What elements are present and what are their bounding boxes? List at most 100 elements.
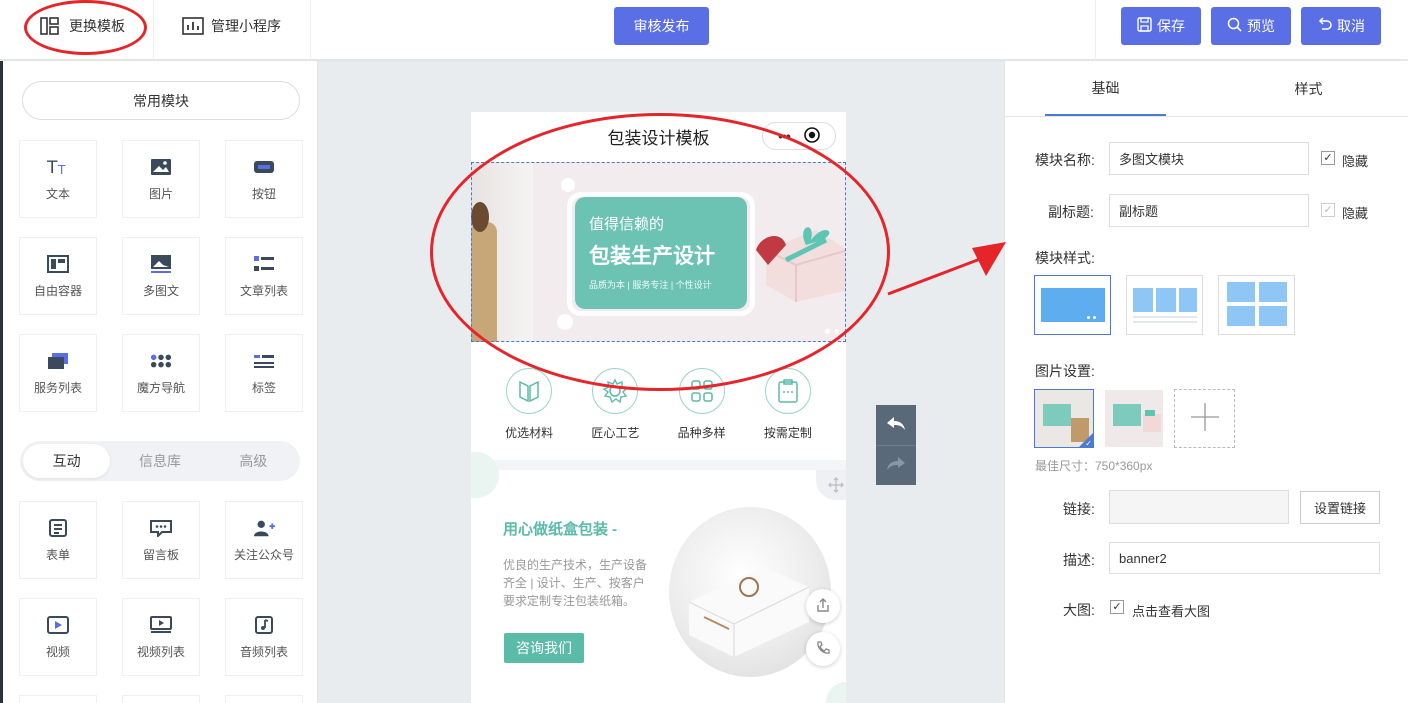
- style-preview: [1259, 306, 1287, 326]
- save-button[interactable]: 保存: [1121, 7, 1201, 45]
- big-image-label: 大图:: [1063, 602, 1095, 618]
- thumb-card: [1113, 404, 1141, 426]
- module-text[interactable]: TT 文本: [19, 140, 97, 218]
- annotation-ellipse: [24, 0, 147, 55]
- module-grid-nav[interactable]: 魔方导航: [122, 334, 200, 412]
- style-preview-line: [1133, 316, 1197, 318]
- style-preview: [1227, 306, 1255, 326]
- image-thumb-2[interactable]: [1104, 389, 1164, 448]
- promo-description: 优良的生产技术，生产设备齐全 | 设计、生产、按客户要求定制专注包装纸箱。: [503, 558, 648, 608]
- module-message-board[interactable]: 留言板: [122, 501, 200, 579]
- module-label: 图片: [148, 186, 173, 201]
- add-image-button[interactable]: [1174, 389, 1235, 448]
- set-link-button[interactable]: 设置链接: [1300, 491, 1380, 524]
- style-option-banner[interactable]: [1034, 275, 1111, 335]
- module-container[interactable]: 自由容器: [19, 237, 97, 315]
- hide-module-checkbox[interactable]: ✓: [1321, 151, 1335, 165]
- image-thumb-1[interactable]: ✓: [1034, 389, 1094, 448]
- clipboard-icon: [764, 368, 811, 414]
- module-label: 标签: [251, 380, 276, 395]
- view-big-image-text: 点击查看大图: [1132, 604, 1211, 619]
- chart-icon: [182, 16, 204, 36]
- nav-label: 按需定制: [763, 426, 812, 440]
- tab-basic[interactable]: 基础: [1045, 61, 1166, 116]
- view-big-image-checkbox[interactable]: ✓: [1110, 600, 1124, 614]
- annotation-arrow-icon: [887, 242, 1006, 296]
- tab-interactive[interactable]: 互动: [23, 444, 111, 478]
- module-label: 自由容器: [33, 283, 82, 298]
- module-audio-list[interactable]: 音频列表: [225, 598, 303, 676]
- module-label: 留言板: [142, 547, 179, 562]
- tab-advanced[interactable]: 高级: [210, 444, 297, 478]
- top-divider: [153, 0, 154, 60]
- module-video[interactable]: 视频: [19, 598, 97, 676]
- text-icon: TT: [47, 157, 69, 177]
- check-icon: ✓: [1085, 439, 1092, 448]
- image-settings-label: 图片设置:: [1035, 363, 1095, 379]
- video-icon: [47, 615, 69, 635]
- preview-button[interactable]: 预览: [1211, 7, 1291, 45]
- service-list-icon: [47, 351, 69, 371]
- book-icon: [506, 368, 553, 414]
- style-preview: [1259, 282, 1287, 302]
- hide-label: 隐藏: [1342, 154, 1369, 169]
- module-name-input[interactable]: 多图文模块: [1109, 142, 1309, 175]
- style-option-grid[interactable]: [1218, 275, 1295, 335]
- undo-arrow-icon: [1317, 16, 1332, 36]
- article-list-icon: [253, 254, 275, 274]
- preview-label: 预览: [1247, 18, 1275, 34]
- module-service-list[interactable]: 服务列表: [19, 334, 97, 412]
- hide-subtitle-checkbox[interactable]: ✓: [1321, 203, 1335, 217]
- decor-circle: [826, 682, 846, 703]
- link-input[interactable]: [1109, 490, 1289, 524]
- settings-panel: 基础 样式 模块名称: 多图文模块 ✓ 隐藏 副标题: 副标题 ✓ 隐藏 模块样…: [1004, 61, 1408, 703]
- module-partial[interactable]: [122, 695, 200, 703]
- search-icon: [1227, 17, 1242, 36]
- module-tag[interactable]: 标签: [225, 334, 303, 412]
- module-partial[interactable]: [19, 695, 97, 703]
- thumb-card: [1043, 404, 1071, 426]
- consult-button[interactable]: 咨询我们: [504, 633, 584, 663]
- description-label: 描述:: [1063, 552, 1095, 568]
- subtitle-label: 副标题:: [1048, 204, 1094, 220]
- cancel-button[interactable]: 取消: [1301, 7, 1381, 45]
- module-partial[interactable]: [225, 695, 303, 703]
- module-label: 关注公众号: [233, 547, 294, 562]
- subtitle-input[interactable]: 副标题: [1109, 194, 1309, 227]
- share-button[interactable]: [806, 589, 840, 623]
- tab-info-library[interactable]: 信息库: [116, 444, 203, 478]
- tabs-divider: [1005, 116, 1408, 117]
- module-image[interactable]: 图片: [122, 140, 200, 218]
- nav-label: 品种多样: [677, 426, 726, 440]
- publish-button[interactable]: 审核发布: [614, 7, 709, 45]
- call-button[interactable]: [806, 632, 840, 666]
- floppy-icon: [1137, 16, 1152, 36]
- redo-button[interactable]: [876, 445, 916, 485]
- module-follow-account[interactable]: 关注公众号: [225, 501, 303, 579]
- module-form[interactable]: 表单: [19, 501, 97, 579]
- manage-miniapp-button[interactable]: 管理小程序: [182, 0, 281, 52]
- module-button[interactable]: 按钮: [225, 140, 303, 218]
- module-label: 视频: [45, 644, 70, 659]
- tab-style[interactable]: 样式: [1248, 61, 1369, 116]
- module-article-list[interactable]: 文章列表: [225, 237, 303, 315]
- module-video-list[interactable]: 视频列表: [122, 598, 200, 676]
- move-handle-icon[interactable]: [816, 470, 846, 500]
- common-modules-header: 常用模块: [22, 81, 300, 120]
- multi-image-icon: [150, 254, 172, 274]
- style-option-columns[interactable]: [1126, 275, 1203, 335]
- link-label: 链接:: [1063, 501, 1095, 517]
- tag-icon: [253, 351, 275, 371]
- module-label: 多图文: [142, 283, 179, 298]
- undo-icon: [886, 416, 906, 435]
- undo-button[interactable]: [876, 405, 916, 445]
- share-icon: [815, 597, 831, 616]
- description-input[interactable]: banner2: [1109, 542, 1380, 574]
- style-preview-line: [1133, 321, 1197, 323]
- module-multi-image[interactable]: 多图文: [122, 237, 200, 315]
- audio-list-icon: [253, 615, 275, 635]
- module-label: 按钮: [251, 186, 276, 201]
- top-divider: [310, 0, 311, 60]
- image-icon: [150, 157, 172, 177]
- manage-miniapp-label: 管理小程序: [211, 18, 281, 34]
